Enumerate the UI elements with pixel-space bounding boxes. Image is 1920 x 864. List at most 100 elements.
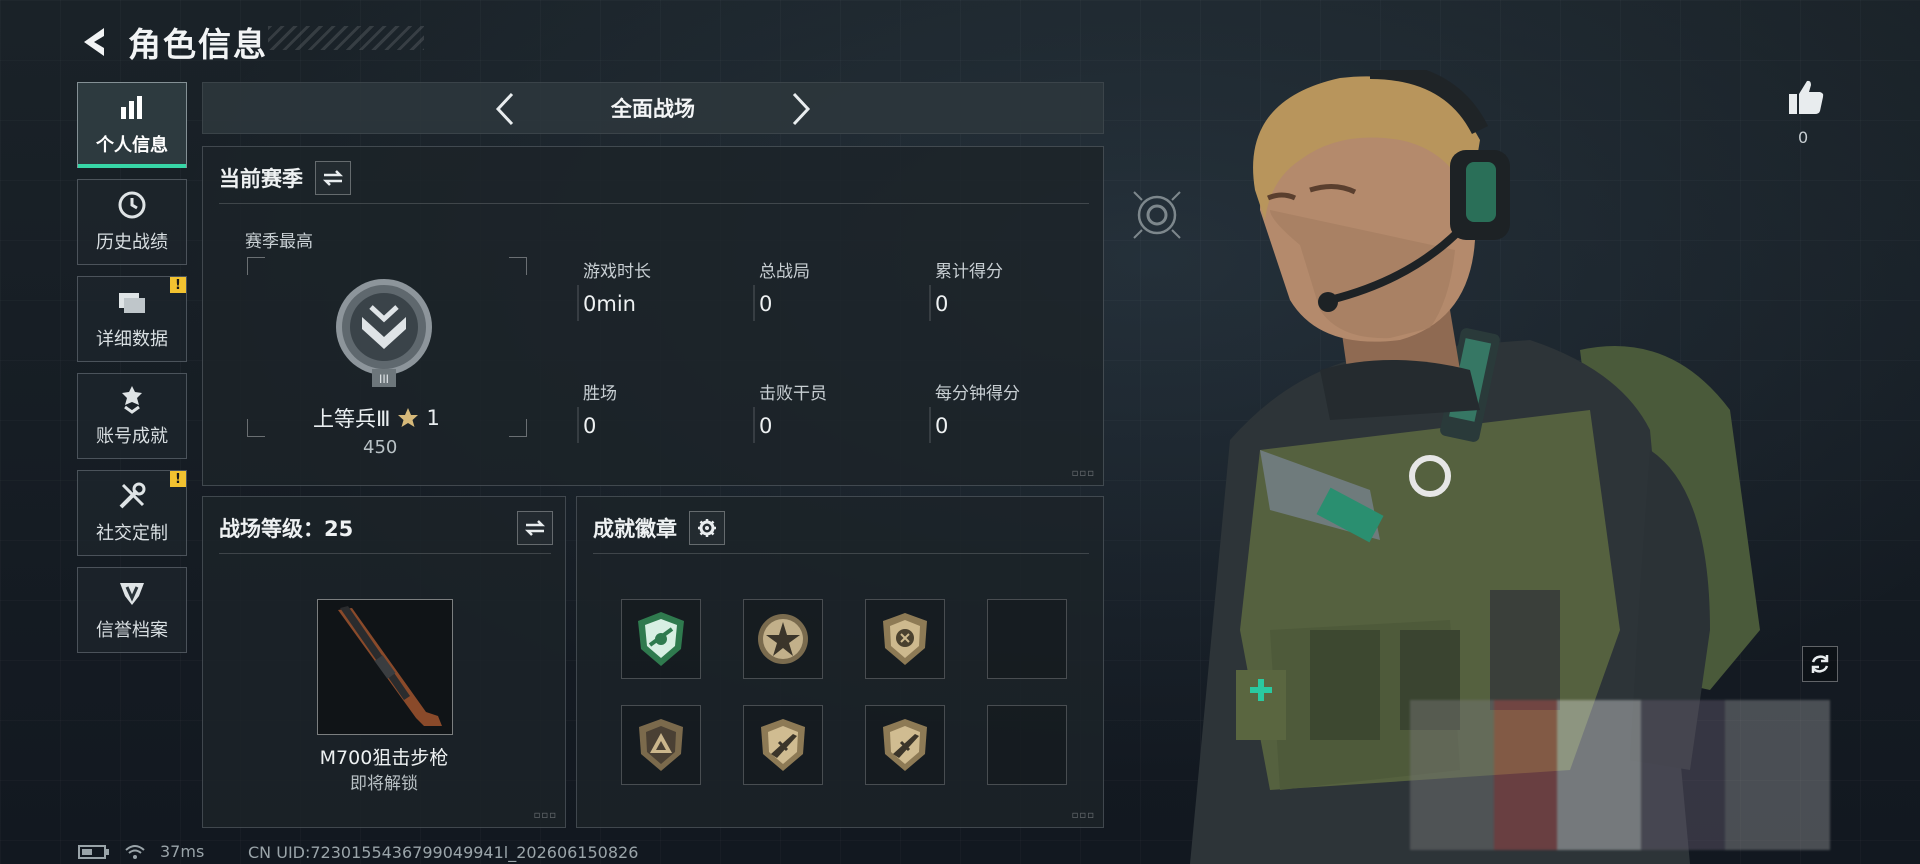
alert-badge: ! — [170, 277, 186, 293]
badge-slot-green-shield[interactable] — [621, 599, 701, 679]
tools-icon — [117, 481, 147, 511]
season-panel: 当前赛季 赛季最高 III 上等兵Ⅲ 1 450 游戏时长 0min 总战局 0… — [202, 146, 1104, 486]
stat-label: 总战局 — [759, 262, 810, 282]
weapon-preview[interactable] — [317, 599, 453, 735]
badge-slot-empty[interactable] — [987, 705, 1067, 785]
like-button[interactable] — [1786, 78, 1826, 118]
badge-slot-triangle[interactable] — [621, 705, 701, 785]
green-shield-badge-icon — [638, 612, 684, 666]
rifle-shield-badge-icon — [883, 719, 927, 771]
crosshair-icon — [1132, 190, 1182, 244]
ping-value: 37ms — [160, 842, 205, 861]
sniper-rifle-icon — [338, 606, 442, 726]
header: 角色信息 — [78, 18, 268, 66]
badges-title: 成就徽章 — [593, 517, 677, 541]
history-clock-icon — [117, 190, 147, 220]
swap-icon — [322, 170, 344, 186]
divider — [593, 553, 1089, 554]
sidebar-item-history[interactable]: 历史战绩 — [77, 179, 187, 265]
rank-stars: 1 — [426, 406, 440, 430]
star-emblem-badge-icon — [758, 614, 808, 664]
badge-slot-star-emblem[interactable] — [743, 599, 823, 679]
stat-value: 0 — [759, 414, 773, 438]
stat-total-matches: 总战局 0 — [753, 257, 810, 321]
season-title: 当前赛季 — [219, 167, 303, 191]
rank-emblem-icon: III — [331, 277, 437, 393]
sidebar-item-label: 社交定制 — [96, 523, 168, 544]
corner-decoration: ▫▫▫ — [1071, 810, 1095, 821]
chevron-right-icon — [792, 92, 811, 126]
sidebar-item-social-custom[interactable]: ! 社交定制 — [77, 470, 187, 556]
battery-icon — [78, 844, 109, 859]
badge-slot-rifle-shield-1[interactable] — [743, 705, 823, 785]
stat-value: 0 — [759, 292, 773, 316]
battlefield-switch-button[interactable] — [517, 511, 553, 545]
sidebar-item-credit-profile[interactable]: 信誉档案 — [77, 567, 187, 653]
stat-wins: 胜场 0 — [577, 379, 617, 443]
mode-next-button[interactable] — [781, 89, 821, 129]
triangle-badge-icon — [639, 719, 683, 771]
stat-label: 累计得分 — [935, 262, 1003, 282]
alert-badge: ! — [170, 471, 186, 487]
rank-name: 上等兵Ⅲ 1 — [313, 403, 440, 433]
sidebar-item-achievements[interactable]: 账号成就 — [77, 373, 187, 459]
mode-prev-button[interactable] — [485, 89, 525, 129]
obscured-region — [1410, 700, 1830, 850]
stat-value: 0 — [935, 414, 949, 438]
badge-slot-empty[interactable] — [987, 599, 1067, 679]
stat-value: 0min — [583, 292, 636, 316]
rank-points: 450 — [363, 437, 398, 458]
rotate-icon — [1811, 655, 1829, 673]
sidebar-item-label: 个人信息 — [96, 135, 168, 156]
stat-value: 0 — [935, 292, 949, 316]
stat-total-score: 累计得分 0 — [929, 257, 1003, 321]
mode-title: 全面战场 — [611, 97, 695, 121]
title-decoration — [268, 26, 424, 50]
battlefield-level: 战场等级：25 — [219, 517, 354, 541]
page-title: 角色信息 — [128, 25, 268, 64]
badge-slot-rifle-shield-2[interactable] — [865, 705, 945, 785]
corner-decoration: ▫▫▫ — [533, 810, 557, 821]
gold-shield-badge-icon — [883, 613, 927, 665]
divider — [219, 203, 1089, 204]
sidebar: 个人信息 历史战绩 ! 详细数据 账号成就 ! 社交定制 信誉档案 — [77, 82, 187, 664]
sidebar-item-label: 详细数据 — [96, 329, 168, 350]
thumbs-up-icon — [1789, 80, 1824, 114]
season-best-label: 赛季最高 — [245, 232, 313, 252]
swap-icon — [524, 520, 546, 536]
badges-panel-header: 成就徽章 — [593, 511, 725, 545]
achievement-badges-panel: 成就徽章 ▫▫▫ — [576, 496, 1104, 828]
chevron-left-icon — [495, 92, 514, 126]
bar-chart-icon — [117, 93, 147, 123]
rotate-model-button[interactable] — [1802, 646, 1838, 682]
gear-icon — [698, 519, 716, 537]
folder-icon — [117, 287, 147, 317]
season-panel-header: 当前赛季 — [219, 161, 351, 195]
wifi-icon — [125, 844, 145, 859]
season-switch-button[interactable] — [315, 161, 351, 195]
sidebar-item-detail-data[interactable]: ! 详细数据 — [77, 276, 187, 362]
divider — [219, 553, 551, 554]
mode-selector: 全面战场 — [202, 82, 1104, 134]
svg-text:III: III — [379, 372, 389, 386]
user-uid: CN UID:7230155436799049941l_202606150826 — [248, 843, 639, 862]
achievement-icon — [117, 384, 147, 414]
corner-decoration: ▫▫▫ — [1071, 468, 1095, 479]
rank-title: 上等兵Ⅲ — [313, 407, 391, 431]
status-bar: 37ms — [78, 842, 204, 861]
stat-label: 击败干员 — [759, 384, 827, 404]
rifle-shield-badge-icon — [761, 719, 805, 771]
battlefield-panel-header: 战场等级：25 — [219, 511, 553, 545]
back-arrow-icon — [84, 28, 104, 56]
sidebar-item-label: 历史战绩 — [96, 232, 168, 253]
star-icon — [398, 408, 419, 427]
weapon-unlock-status: 即将解锁 — [350, 774, 418, 794]
sidebar-item-personal-info[interactable]: 个人信息 — [77, 82, 187, 168]
stat-label: 游戏时长 — [583, 262, 651, 282]
back-button[interactable] — [78, 22, 112, 62]
stat-play-time: 游戏时长 0min — [577, 257, 651, 321]
sidebar-item-label: 账号成就 — [96, 426, 168, 447]
badge-slot-gold-shield[interactable] — [865, 599, 945, 679]
stat-operators-defeated: 击败干员 0 — [753, 379, 827, 443]
badges-settings-button[interactable] — [689, 511, 725, 545]
